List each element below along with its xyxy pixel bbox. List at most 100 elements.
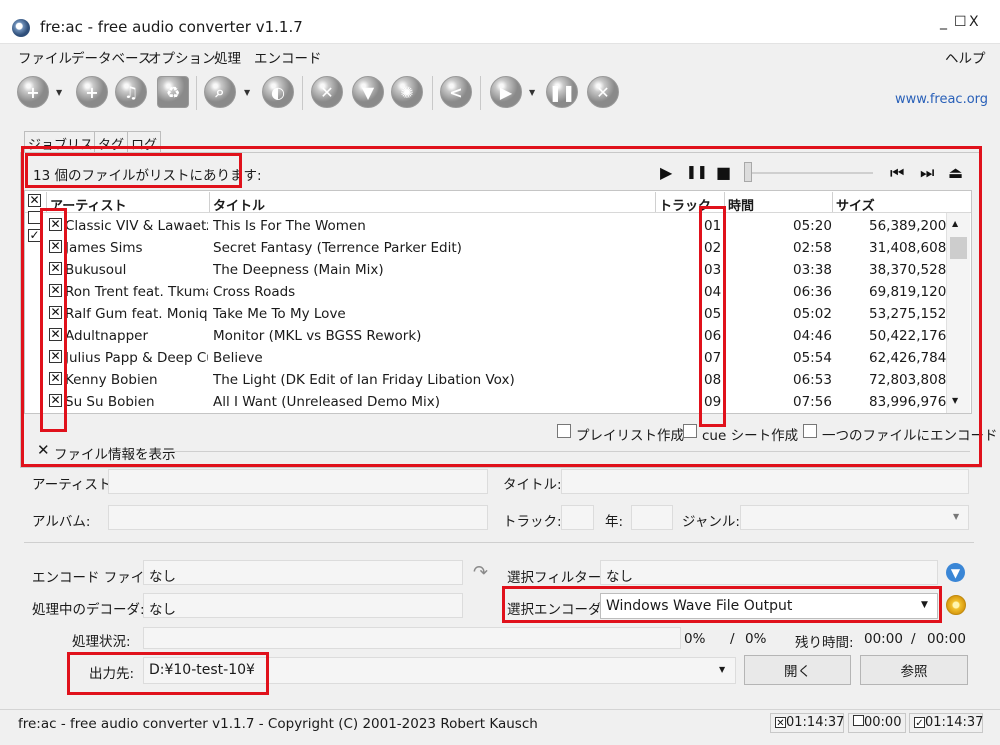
row-checkbox[interactable]: ✕ bbox=[49, 262, 62, 275]
row-checkbox[interactable]: ✕ bbox=[49, 284, 62, 297]
table-row[interactable]: ✕ Su Su Bobien All I Want (Unreleased De… bbox=[25, 391, 946, 413]
checked-icon: ✕ bbox=[775, 717, 786, 729]
row-size: 62,426,784 bbox=[869, 350, 947, 366]
row-checkbox[interactable]: ✕ bbox=[49, 240, 62, 253]
show-info-label: ファイル情報を表示 bbox=[54, 447, 176, 463]
scrollbar-thumb[interactable] bbox=[950, 237, 967, 259]
share-icon[interactable]: < bbox=[440, 76, 472, 108]
row-size: 72,803,808 bbox=[869, 372, 947, 388]
artist-field[interactable] bbox=[108, 469, 488, 494]
table-row[interactable]: ✕ Adultnapper Monitor (MKL vs BGSS Rewor… bbox=[25, 325, 946, 347]
album-label: アルバム: bbox=[32, 514, 91, 530]
stop-icon[interactable]: ✕ bbox=[587, 76, 619, 108]
total-unchecked-time: 00:00 bbox=[864, 715, 902, 730]
chevron-down-icon[interactable]: ▼ bbox=[953, 512, 959, 521]
encoder-select[interactable]: Windows Wave File Output bbox=[600, 593, 938, 619]
album-field[interactable] bbox=[108, 505, 488, 530]
maximize-button[interactable]: ☐ bbox=[954, 14, 967, 30]
filter-icon[interactable]: ▼ bbox=[352, 76, 384, 108]
row-title: Monitor (MKL vs BGSS Rework) bbox=[213, 328, 422, 344]
row-checkbox[interactable]: ✕ bbox=[49, 350, 62, 363]
minimize-button[interactable]: _ bbox=[940, 14, 947, 30]
output-folder-select[interactable]: D:¥10-test-10¥ bbox=[143, 657, 736, 684]
table-row[interactable]: ✕ Ralf Gum feat. Monique Take Me To My L… bbox=[25, 303, 946, 325]
playlist-checkbox[interactable] bbox=[557, 424, 571, 438]
row-size: 31,408,608 bbox=[869, 240, 947, 256]
settings-tools-icon[interactable]: ✕ bbox=[311, 76, 343, 108]
table-row[interactable]: ✕ James Sims Secret Fantasy (Terrence Pa… bbox=[25, 237, 947, 259]
row-checkbox[interactable]: ✕ bbox=[49, 306, 62, 319]
header-size[interactable]: サイズ bbox=[836, 195, 875, 214]
row-checkbox[interactable]: ✕ bbox=[49, 218, 62, 231]
header-track[interactable]: トラック bbox=[659, 195, 711, 214]
chevron-down-icon[interactable]: ▼ bbox=[244, 88, 250, 97]
pause-icon[interactable]: ❚❚ bbox=[546, 76, 578, 108]
cd-info-icon[interactable]: ◐ bbox=[262, 76, 294, 108]
gear-icon[interactable]: ✺ bbox=[391, 76, 423, 108]
player-pause-icon[interactable]: ❚❚ bbox=[686, 165, 708, 180]
menu-help[interactable]: ヘルプ bbox=[945, 47, 986, 67]
scroll-down-icon[interactable]: ▼ bbox=[952, 396, 958, 405]
table-row[interactable]: ✕ Kenny Bobien The Light (DK Edit of Ian… bbox=[25, 369, 947, 391]
tab-tags[interactable]: タグ bbox=[94, 131, 129, 153]
chevron-down-icon[interactable]: ▼ bbox=[921, 600, 928, 610]
website-link[interactable]: www.freac.org bbox=[895, 92, 988, 107]
add-music-icon[interactable]: ♫ bbox=[115, 76, 147, 108]
cue-sheet-checkbox[interactable] bbox=[683, 424, 697, 438]
add-cd-icon[interactable]: + bbox=[76, 76, 108, 108]
skip-icon[interactable]: ↷ bbox=[473, 562, 488, 583]
player-stop-icon[interactable]: ■ bbox=[716, 163, 731, 182]
row-artist: Ron Trent feat. Tkumah bbox=[65, 284, 208, 300]
row-checkbox[interactable]: ✕ bbox=[49, 328, 62, 341]
filter-label: 選択フィルター: bbox=[507, 570, 606, 586]
encode-file-field: なし bbox=[143, 560, 463, 585]
menu-process[interactable]: 処理 bbox=[214, 47, 241, 67]
player-prev-icon[interactable]: ⏮ bbox=[890, 163, 904, 183]
table-row[interactable]: ✕ Bukusoul The Deepness (Main Mix) 03 03… bbox=[25, 259, 946, 281]
search-icon[interactable]: ⌕ bbox=[204, 76, 236, 108]
chevron-down-icon[interactable]: ▼ bbox=[719, 665, 725, 674]
genre-select[interactable] bbox=[740, 505, 969, 530]
header-title[interactable]: タイトル bbox=[213, 195, 265, 214]
select-all-checkbox[interactable]: ✕ bbox=[28, 194, 41, 207]
chevron-down-icon[interactable]: ▼ bbox=[56, 88, 62, 97]
row-artist: James Sims bbox=[65, 240, 143, 256]
menu-encode[interactable]: エンコード bbox=[254, 47, 322, 67]
row-artist: Classic VIV & Lawaetz bbox=[65, 218, 208, 234]
close-button[interactable]: X bbox=[969, 14, 979, 30]
table-row[interactable]: ✕ Ron Trent feat. Tkumah Cross Roads 04 … bbox=[25, 281, 946, 303]
track-field[interactable] bbox=[561, 505, 594, 530]
show-info-toggle-icon[interactable]: ✕ bbox=[37, 441, 50, 459]
row-track: 02 bbox=[704, 240, 722, 256]
menu-file[interactable]: ファイル bbox=[18, 47, 72, 67]
open-button[interactable]: 開く bbox=[744, 655, 851, 685]
player-next-icon[interactable]: ⏭ bbox=[920, 163, 934, 183]
menu-options[interactable]: オプション bbox=[148, 47, 216, 67]
menu-database[interactable]: データベース bbox=[71, 47, 151, 67]
seek-slider[interactable] bbox=[744, 162, 752, 182]
row-checkbox[interactable]: ✕ bbox=[49, 372, 62, 385]
filter-config-icon[interactable]: ▼ bbox=[946, 563, 965, 582]
single-file-checkbox[interactable] bbox=[803, 424, 817, 438]
encoder-config-gear-icon[interactable] bbox=[946, 595, 966, 615]
title-field[interactable] bbox=[561, 469, 969, 494]
row-artist: Ralf Gum feat. Monique bbox=[65, 306, 208, 322]
player-eject-icon[interactable]: ⏏ bbox=[948, 163, 963, 182]
remove-icon[interactable]: ♻ bbox=[157, 76, 189, 108]
add-files-icon[interactable]: + bbox=[17, 76, 49, 108]
table-row[interactable]: ✕ Julius Papp & Deep Cu Believe 07 05:54… bbox=[25, 347, 947, 369]
tab-log[interactable]: ログ bbox=[127, 131, 162, 153]
chevron-down-icon[interactable]: ▼ bbox=[529, 88, 535, 97]
table-row[interactable]: ✕ Classic VIV & Lawaetz This Is For The … bbox=[25, 215, 946, 237]
year-field[interactable] bbox=[631, 505, 673, 530]
row-time: 06:36 bbox=[793, 284, 832, 300]
header-artist[interactable]: アーティスト bbox=[50, 195, 126, 214]
scroll-up-icon[interactable]: ▲ bbox=[952, 219, 958, 228]
row-time: 05:02 bbox=[793, 306, 832, 322]
row-time: 02:58 bbox=[793, 240, 832, 256]
row-checkbox[interactable]: ✕ bbox=[49, 394, 62, 407]
header-time[interactable]: 時間 bbox=[728, 195, 754, 214]
browse-button[interactable]: 参照 bbox=[860, 655, 968, 685]
play-icon[interactable]: ▶ bbox=[490, 76, 522, 108]
player-play-icon[interactable]: ▶ bbox=[660, 163, 672, 182]
